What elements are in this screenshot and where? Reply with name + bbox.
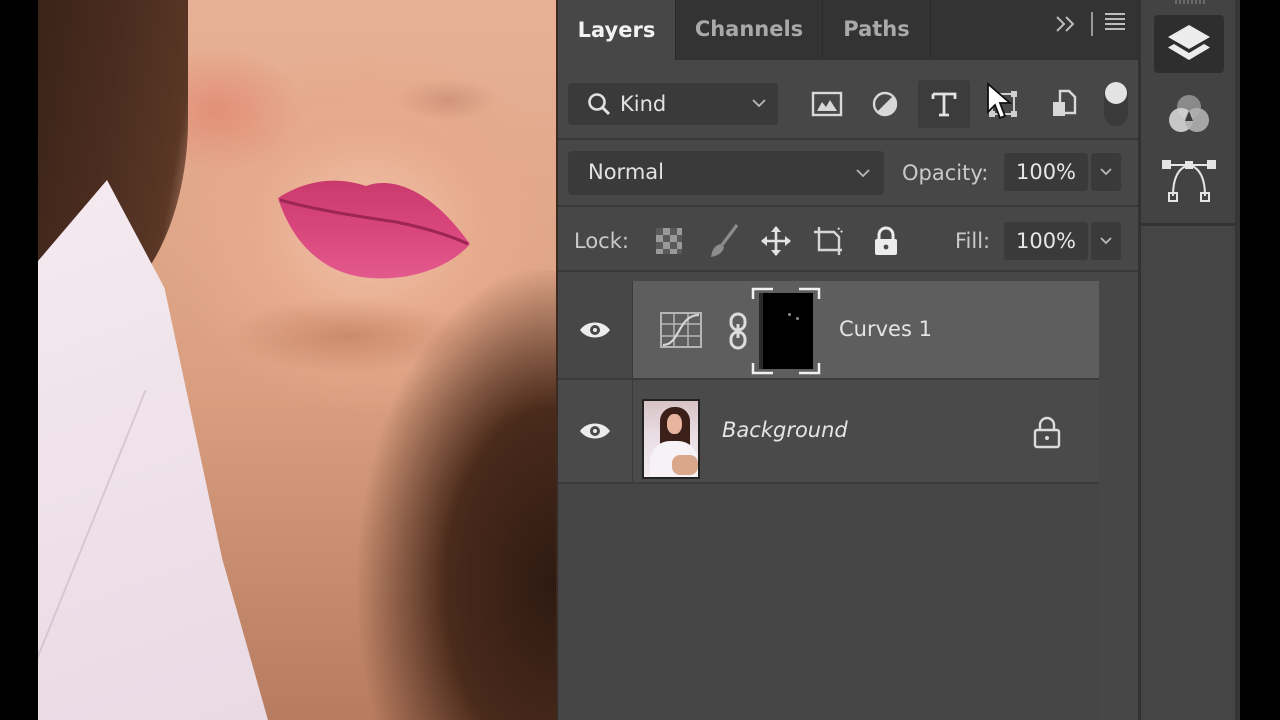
dock-grip[interactable] xyxy=(1175,0,1205,4)
toggle-knob xyxy=(1105,82,1127,104)
artboard-lock-icon xyxy=(814,227,844,255)
fill-input[interactable]: 100% xyxy=(1004,222,1088,260)
type-icon xyxy=(931,92,957,117)
layer-row-curves-1[interactable]: Curves 1 xyxy=(558,281,1099,378)
lock-transparent-pixels-button[interactable] xyxy=(651,222,687,260)
chevron-down-icon xyxy=(1100,168,1112,176)
panel-tab-bar: Layers Channels Paths xyxy=(558,0,1140,60)
curves-adjustment-icon[interactable] xyxy=(660,312,702,348)
paintbrush-icon xyxy=(711,224,739,257)
panel-menu-icon[interactable] xyxy=(1105,13,1125,33)
adjustment-layer-filter-button[interactable] xyxy=(859,80,911,128)
layer-name[interactable]: Curves 1 xyxy=(839,317,932,341)
thumb-face xyxy=(667,414,682,434)
pink-lips xyxy=(278,180,470,279)
tab-channels[interactable]: Channels xyxy=(676,0,823,58)
layer-name[interactable]: Background xyxy=(722,418,848,442)
mask-dot xyxy=(796,317,799,320)
opacity-label: Opacity: xyxy=(902,161,989,185)
shape-layer-filter-button[interactable] xyxy=(977,80,1029,128)
layer-separator xyxy=(558,482,1099,484)
type-layer-filter-button[interactable] xyxy=(918,80,970,128)
search-icon xyxy=(588,93,611,116)
filter-toggle-switch[interactable] xyxy=(1104,82,1128,126)
bezier-path-icon xyxy=(1162,160,1216,202)
lock-all-button[interactable] xyxy=(868,222,904,260)
mask-dot xyxy=(788,313,791,316)
mask-fill xyxy=(759,293,813,369)
filter-kind-label: Kind xyxy=(620,92,667,116)
channels-rgb-icon xyxy=(1169,95,1209,132)
smart-object-filter-button[interactable] xyxy=(1038,80,1090,128)
tab-layers[interactable]: Layers xyxy=(558,0,676,60)
divider xyxy=(558,205,1140,207)
divider xyxy=(558,270,1140,272)
lock-all-icon xyxy=(875,226,897,255)
lock-image-pixels-button[interactable] xyxy=(706,222,742,260)
thumb-arm xyxy=(672,455,698,475)
lock-position-button[interactable] xyxy=(758,222,794,260)
visibility-toggle[interactable] xyxy=(558,281,633,378)
layers-stack-icon xyxy=(1168,25,1210,60)
dock-layers-button[interactable] xyxy=(1154,15,1224,73)
layer-mask-thumbnail[interactable] xyxy=(751,287,821,375)
eye-icon xyxy=(580,322,610,337)
blend-mode-value: Normal xyxy=(588,160,664,184)
chevron-down-icon xyxy=(856,169,870,178)
link-chain-icon[interactable] xyxy=(727,312,749,350)
opacity-input[interactable]: 100% xyxy=(1004,153,1088,191)
pixel-layer-filter-button[interactable] xyxy=(801,80,853,128)
background-layer-thumbnail[interactable] xyxy=(642,399,700,479)
visibility-toggle[interactable] xyxy=(558,380,633,482)
fill-label: Fill: xyxy=(955,229,991,253)
filter-kind-dropdown[interactable]: Kind xyxy=(568,83,778,125)
blend-mode-dropdown[interactable]: Normal xyxy=(568,151,884,195)
lock-artboard-button[interactable] xyxy=(811,222,847,260)
screen-edge xyxy=(1240,0,1280,720)
fill-slider-button[interactable] xyxy=(1091,222,1121,260)
double-chevron-right-icon[interactable] xyxy=(1052,10,1080,38)
dock-group xyxy=(1141,0,1235,226)
opacity-slider-button[interactable] xyxy=(1091,153,1121,191)
dock-paths-button[interactable] xyxy=(1154,152,1224,210)
move-arrows-icon xyxy=(761,226,791,256)
layer-lock-icon[interactable] xyxy=(1032,415,1062,449)
hair-right xyxy=(326,270,556,720)
dock-channels-button[interactable] xyxy=(1154,85,1224,143)
tab-bar-separator xyxy=(1091,12,1093,36)
panel-dock xyxy=(1138,0,1240,720)
layers-panel: Layers Channels Paths Kind Normal Opacit… xyxy=(556,0,1140,720)
chevron-down-icon xyxy=(752,99,766,108)
transparent-pixels-lock-icon xyxy=(656,228,682,254)
image-icon xyxy=(811,91,843,117)
chevron-down-icon xyxy=(1100,237,1112,245)
portrait-photo xyxy=(38,0,556,720)
tab-paths[interactable]: Paths xyxy=(823,0,931,58)
smart-object-icon xyxy=(1053,89,1077,116)
eye-icon xyxy=(580,423,610,439)
layers-list: Curves 1 Background xyxy=(558,281,1099,720)
half-circle-icon xyxy=(872,91,898,117)
document-canvas[interactable] xyxy=(0,0,556,720)
lock-label: Lock: xyxy=(574,229,629,253)
divider xyxy=(558,138,1140,140)
shape-icon xyxy=(989,91,1017,117)
